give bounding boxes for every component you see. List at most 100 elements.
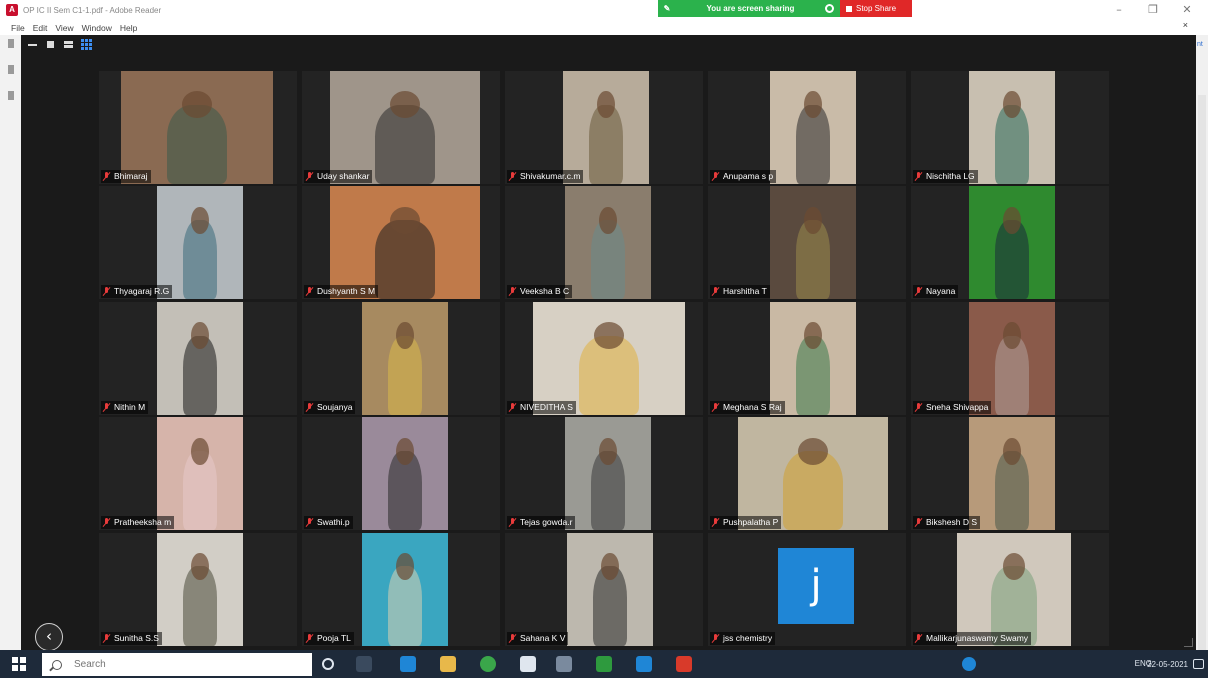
participant-tile[interactable]: Soujanya (302, 301, 500, 415)
chrome-icon[interactable] (480, 656, 496, 672)
muted-microphone-icon (509, 402, 516, 412)
menu-help[interactable]: Help (120, 23, 137, 33)
menu-edit[interactable]: Edit (33, 23, 48, 33)
participant-tile[interactable]: Harshitha T (708, 186, 906, 300)
menu-window[interactable]: Window (82, 23, 112, 33)
participant-video (157, 301, 243, 415)
gallery-view-icon[interactable] (81, 39, 92, 50)
scroll-track[interactable] (1198, 95, 1206, 655)
participant-tile[interactable]: Nayana (911, 186, 1109, 300)
zoom-meeting-window: Bhimaraj Uday shankar Shivakumar.c.m Anupam… (21, 35, 1196, 651)
attachments-panel-icon[interactable] (8, 91, 14, 100)
muted-microphone-icon (712, 518, 719, 527)
participant-name-tag: Pushpalatha P (710, 516, 782, 530)
stop-share-button[interactable]: Stop Share (840, 0, 912, 17)
participant-tile[interactable]: Anupama s p (708, 71, 906, 184)
participant-tile[interactable]: Pooja TL (302, 532, 500, 646)
menu-view[interactable]: View (55, 23, 73, 33)
participant-tile[interactable]: NIVEDITHA S (505, 301, 703, 415)
participant-name: Veeksha B C (520, 286, 570, 297)
reader-scrollbar[interactable]: nt (1196, 35, 1208, 655)
muted-microphone-icon (509, 518, 516, 527)
edge-icon[interactable] (400, 656, 416, 672)
muted-microphone-icon (103, 633, 110, 643)
security-shield-icon[interactable] (825, 4, 834, 13)
notification-icon[interactable] (1193, 659, 1204, 669)
participant-video (533, 301, 685, 415)
participant-tile[interactable]: Shivakumar.c.m (505, 71, 703, 184)
minimize-video-icon[interactable] (27, 39, 38, 50)
calculator-icon[interactable] (520, 656, 536, 672)
network-icon[interactable] (962, 657, 976, 671)
participant-head (1003, 206, 1021, 234)
participant-tile[interactable]: Meghana S Raj (708, 301, 906, 415)
close-button[interactable]: ✕ (1172, 2, 1202, 18)
participant-name: Bikshesh D S (926, 517, 978, 528)
windows-start-icon[interactable] (12, 657, 26, 671)
previous-page-button[interactable]: ‹ (35, 623, 63, 651)
file-explorer-icon[interactable] (440, 656, 456, 672)
participant-tile[interactable]: Veeksha B C (505, 186, 703, 300)
screen-share-status[interactable]: ✎ You are screen sharing (658, 0, 840, 17)
adobe-reader-taskbar-icon[interactable] (676, 656, 692, 672)
muted-microphone-icon (915, 402, 922, 412)
participant-tile[interactable]: Nischitha LG (911, 71, 1109, 184)
participant-tile[interactable]: Sneha Shivappa (911, 301, 1109, 415)
participant-head (191, 206, 209, 234)
muted-microphone-icon (915, 287, 922, 296)
muted-microphone-icon (509, 287, 516, 296)
participant-video (567, 532, 653, 646)
participant-name: Bhimaraj (114, 171, 148, 181)
participant-head (1003, 437, 1021, 465)
pin-icon[interactable]: ✎ (658, 4, 676, 13)
participant-tile[interactable]: Uday shankar (302, 71, 500, 184)
participant-tile[interactable]: Tejas gowda.r (505, 417, 703, 531)
document-close-button[interactable]: × (1183, 20, 1188, 30)
bookmarks-panel-icon[interactable] (8, 65, 14, 74)
muted-microphone-icon (103, 287, 110, 296)
app-icon[interactable] (596, 656, 612, 672)
task-view-icon[interactable] (356, 656, 372, 672)
participant-tile[interactable]: Dushyanth S M (302, 186, 500, 300)
participant-tile[interactable]: Sahana K V (505, 532, 703, 646)
participant-name-tag: Sunitha S.S (101, 631, 162, 645)
single-video-icon[interactable] (45, 39, 56, 50)
participant-gallery: Bhimaraj Uday shankar Shivakumar.c.m Anupam… (99, 71, 1109, 646)
taskbar-search[interactable] (42, 653, 312, 676)
participant-tile[interactable]: Bikshesh D S (911, 417, 1109, 531)
store-icon[interactable] (556, 656, 572, 672)
participant-name: Dushyanth S M (317, 286, 376, 297)
participant-tile[interactable]: Swathi.p (302, 417, 500, 531)
pages-panel-icon[interactable] (8, 39, 14, 48)
participant-name-tag: Uday shankar (304, 170, 373, 183)
participant-tile[interactable]: Nithin M (99, 301, 297, 415)
muted-microphone-icon (103, 518, 110, 527)
participant-video (563, 71, 649, 184)
participant-name: Sahana K V (520, 632, 566, 643)
resize-grip-icon[interactable] (1184, 638, 1193, 647)
search-input[interactable] (74, 659, 274, 670)
participant-name: Harshitha T (723, 286, 767, 297)
participant-video (770, 186, 856, 300)
participant-head (191, 437, 209, 465)
participant-tile[interactable]: Pushpalatha P (708, 417, 906, 531)
participant-video (362, 532, 448, 646)
menu-file[interactable]: File (11, 23, 25, 33)
participant-name: Anupama s p (723, 171, 774, 181)
participant-tile[interactable]: Bhimaraj (99, 71, 297, 184)
muted-microphone-icon (915, 172, 922, 181)
cortana-icon[interactable] (322, 658, 334, 670)
system-date[interactable]: 22-05-2021 (1147, 660, 1188, 669)
active-speaker-icon[interactable] (63, 39, 74, 50)
participant-tile[interactable]: Thyagaraj R.G (99, 186, 297, 300)
minimize-button[interactable]: – (1104, 2, 1134, 18)
zoom-app-icon[interactable] (636, 656, 652, 672)
participant-tile[interactable]: Pratheeksha m (99, 417, 297, 531)
participant-tile[interactable]: Mallikarjunaswamy Swamy (911, 532, 1109, 646)
participant-name-tag: Bikshesh D S (913, 516, 981, 530)
participant-tile[interactable]: j jss chemistry (708, 532, 906, 646)
windows-taskbar: ENG 22-05-2021 (0, 650, 1208, 678)
restore-button[interactable]: ❐ (1138, 2, 1168, 18)
participant-name-tag: Sahana K V (507, 631, 569, 645)
participant-tile[interactable]: Sunitha S.S (99, 532, 297, 646)
